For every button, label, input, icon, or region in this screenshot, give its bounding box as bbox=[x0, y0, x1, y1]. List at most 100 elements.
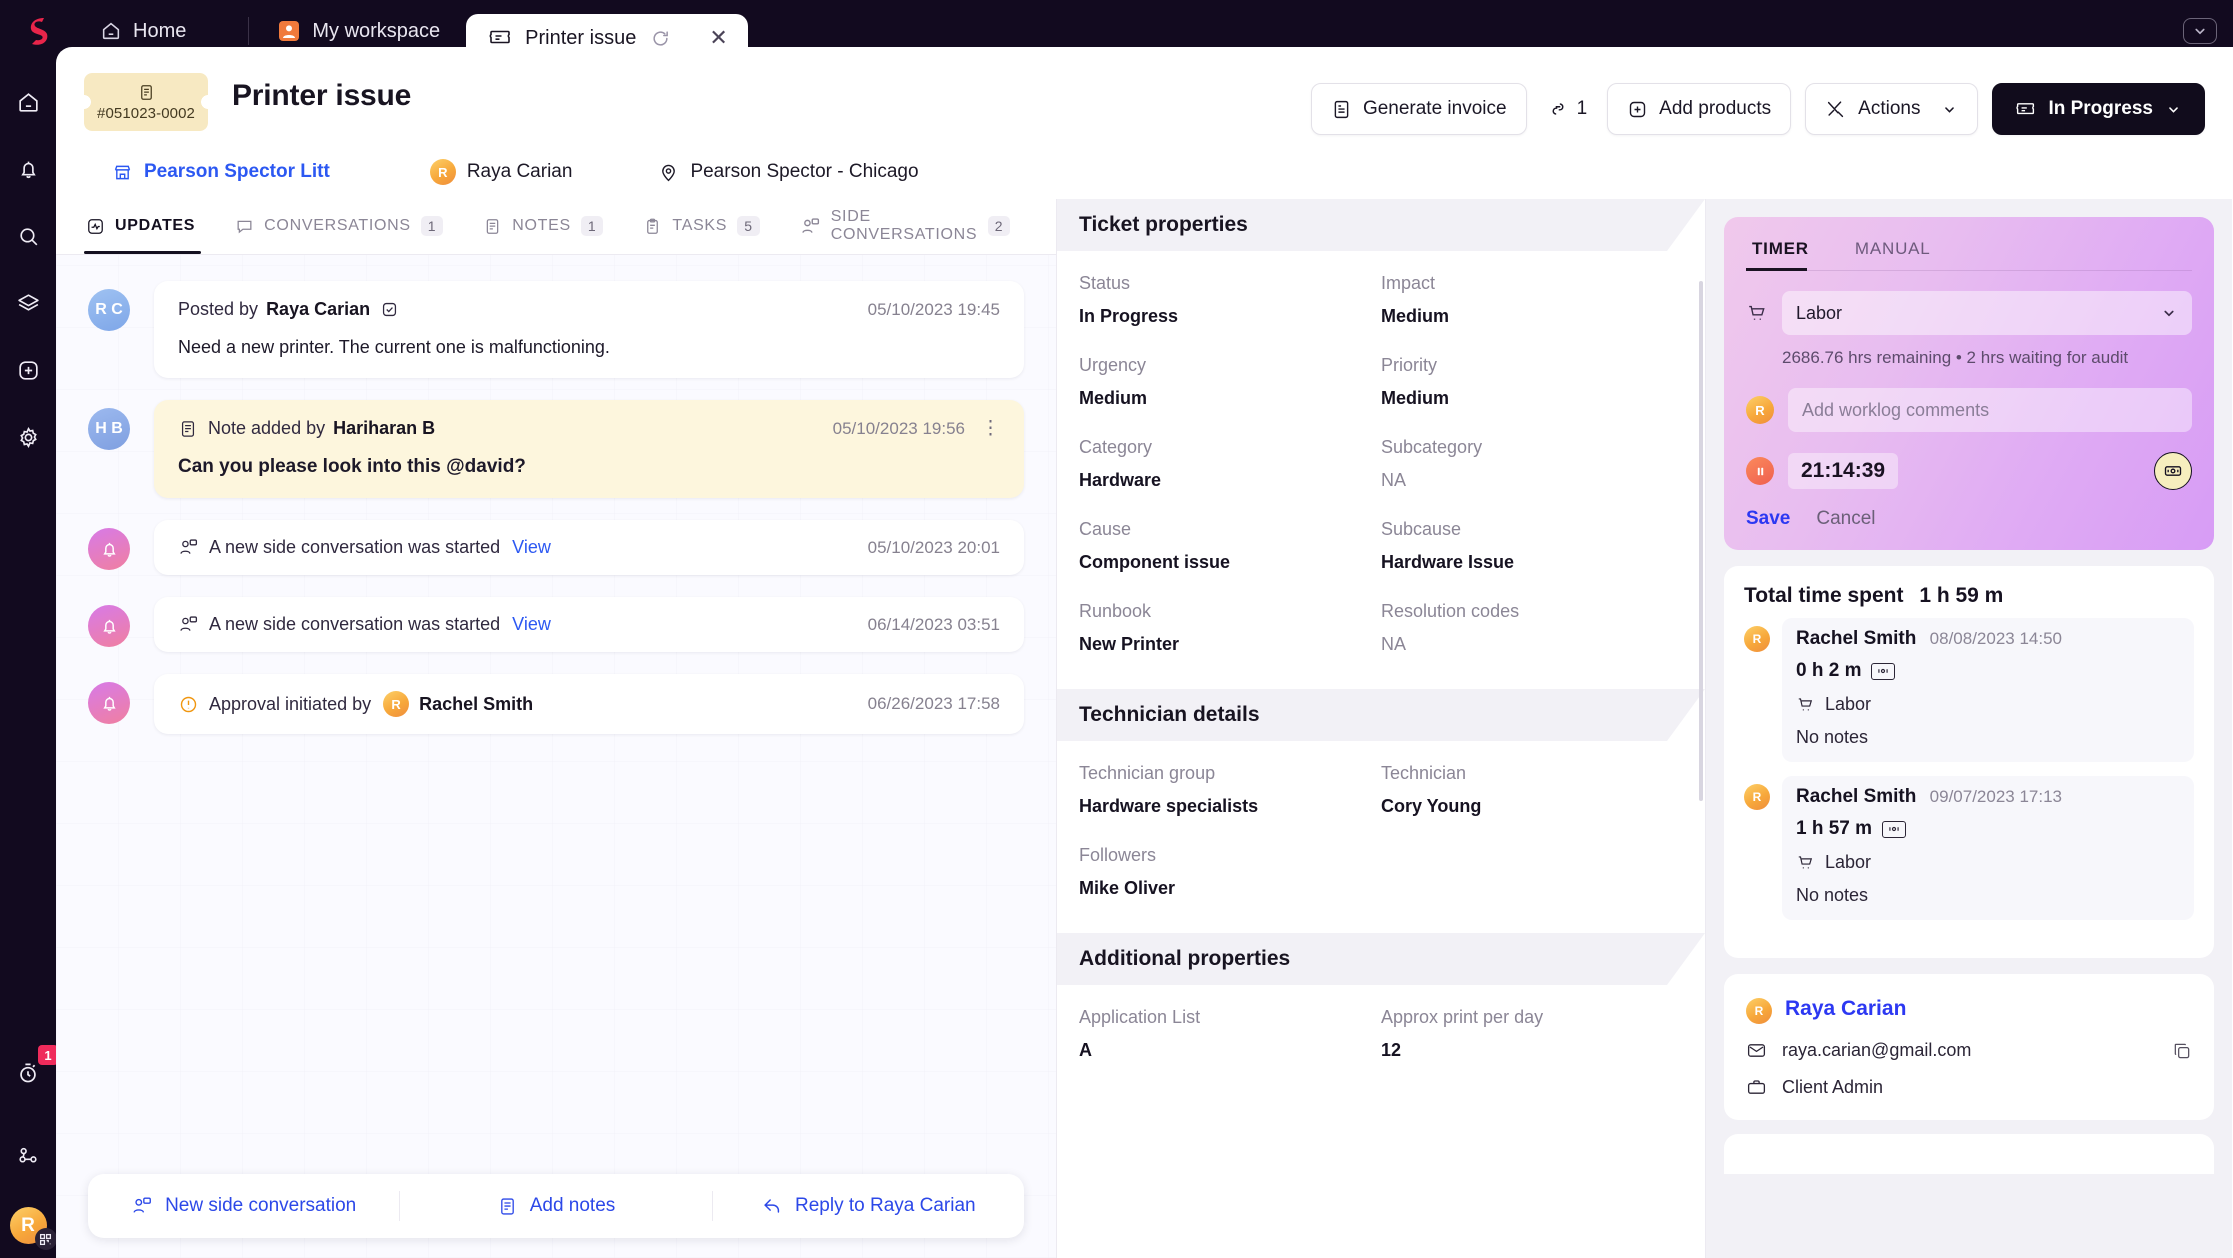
kebab-menu-icon[interactable]: ⋮ bbox=[981, 419, 1000, 438]
billing-icon[interactable] bbox=[2154, 452, 2192, 490]
body-columns: UPDATES CONVERSATIONS 1 NOTES 1 TASKS 5 … bbox=[56, 199, 2233, 1258]
account-link[interactable]: Pearson Spector Litt bbox=[112, 161, 330, 183]
property-value[interactable]: NA bbox=[1381, 470, 1683, 491]
timer-card: TIMER MANUAL Labor 2686.76 hrs remaining… bbox=[1724, 217, 2214, 550]
worklog-notes: No notes bbox=[1796, 885, 1869, 905]
attachments-count[interactable]: 1 bbox=[1540, 83, 1594, 135]
contact-card: R Raya Carian raya.carian@gmail.com Clie… bbox=[1724, 974, 2214, 1120]
view-link[interactable]: View bbox=[512, 537, 551, 558]
property-value[interactable]: In Progress bbox=[1079, 306, 1381, 327]
list-item: R C Posted by Raya Carian 05/10/2023 19:… bbox=[88, 281, 1024, 378]
plus-square-icon bbox=[1627, 99, 1648, 120]
property-key: Cause bbox=[1079, 519, 1132, 539]
property-value[interactable]: A bbox=[1079, 1040, 1381, 1061]
avatar-initials: R C bbox=[95, 301, 123, 318]
worklog-card: Total time spent 1 h 59 m R Rachel Smith… bbox=[1724, 566, 2214, 958]
avatar: H B bbox=[88, 408, 130, 450]
list-item: A new side conversation was started View… bbox=[88, 520, 1024, 575]
chat-icon bbox=[235, 217, 254, 236]
status-button[interactable]: In Progress bbox=[1992, 83, 2205, 135]
updates-feed[interactable]: R C Posted by Raya Carian 05/10/2023 19:… bbox=[56, 255, 1056, 1258]
tab-tasks[interactable]: TASKS 5 bbox=[623, 198, 779, 254]
timer-column: TIMER MANUAL Labor 2686.76 hrs remaining… bbox=[1706, 199, 2232, 1258]
location-item[interactable]: Pearson Spector - Chicago bbox=[658, 161, 919, 183]
generate-invoice-button[interactable]: Generate invoice bbox=[1310, 83, 1527, 135]
timer-quota-meta: 2686.76 hrs remaining • 2 hrs waiting fo… bbox=[1782, 348, 2129, 367]
people-chat-icon bbox=[800, 216, 821, 237]
rail-home-icon[interactable] bbox=[6, 80, 50, 124]
rail-avatar[interactable]: R bbox=[9, 1207, 57, 1250]
worklog-timestamp: 08/08/2023 14:50 bbox=[1929, 629, 2063, 648]
tab-my-workspace-label: My workspace bbox=[312, 19, 441, 42]
add-products-button[interactable]: Add products bbox=[1607, 83, 1792, 135]
contact-email[interactable]: raya.carian@gmail.com bbox=[1782, 1040, 1971, 1061]
property-value[interactable]: 12 bbox=[1381, 1040, 1683, 1061]
note-body: Can you please look into this @david? bbox=[178, 456, 526, 477]
note-icon bbox=[483, 217, 502, 236]
copy-icon[interactable] bbox=[2172, 1041, 2192, 1061]
cancel-button[interactable]: Cancel bbox=[1816, 508, 1875, 530]
people-chat-icon bbox=[178, 614, 199, 635]
tab-side-conversations[interactable]: SIDE CONVERSATIONS 2 bbox=[780, 198, 1030, 254]
worklog-duration: 0 h 2 m bbox=[1796, 660, 1862, 681]
tab-manual[interactable]: MANUAL bbox=[1849, 235, 1947, 270]
property-value[interactable]: Medium bbox=[1381, 306, 1683, 327]
rail-share-nodes-icon[interactable] bbox=[6, 1133, 50, 1177]
add-notes-button[interactable]: Add notes bbox=[400, 1191, 713, 1221]
refresh-icon[interactable] bbox=[651, 29, 670, 48]
tab-timer[interactable]: TIMER bbox=[1746, 235, 1825, 271]
property-urgency: Urgency Medium bbox=[1079, 355, 1381, 409]
chevron-down-box-icon[interactable] bbox=[2183, 18, 2217, 44]
qr-code-icon[interactable] bbox=[34, 1228, 57, 1250]
tab-updates[interactable]: UPDATES bbox=[84, 198, 215, 254]
view-link[interactable]: View bbox=[512, 614, 551, 635]
timer-clock-row: 21:14:39 bbox=[1746, 452, 2192, 490]
worklog-category-select[interactable]: Labor bbox=[1782, 291, 2192, 335]
ticket-number: #051023-0002 bbox=[97, 104, 195, 122]
close-icon[interactable]: ✕ bbox=[709, 27, 727, 49]
property-value[interactable]: Medium bbox=[1079, 388, 1381, 409]
pause-icon[interactable] bbox=[1746, 457, 1774, 485]
save-button[interactable]: Save bbox=[1746, 508, 1790, 530]
ticket-title-wrap: Printer issue bbox=[232, 69, 411, 113]
property-value[interactable]: NA bbox=[1381, 634, 1683, 655]
rail-stopwatch-icon[interactable]: 1 bbox=[6, 1045, 58, 1095]
rail-gear-icon[interactable] bbox=[6, 415, 50, 459]
worklog-entry-header: Rachel Smith 09/07/2023 17:13 bbox=[1796, 786, 2180, 808]
property-value[interactable]: Component issue bbox=[1079, 552, 1381, 573]
property-value[interactable]: Hardware specialists bbox=[1079, 796, 1381, 817]
rail-create-icon[interactable] bbox=[6, 348, 50, 392]
actions-label: Actions bbox=[1858, 98, 1921, 119]
invoice-icon bbox=[1331, 99, 1352, 120]
actions-button[interactable]: Actions bbox=[1805, 83, 1979, 135]
properties-scrollbar[interactable] bbox=[1699, 281, 1703, 801]
tab-notes[interactable]: NOTES 1 bbox=[463, 198, 623, 254]
note-icon bbox=[178, 419, 198, 439]
new-side-conversation-button[interactable]: New side conversation bbox=[88, 1191, 401, 1221]
tab-conversations-label: CONVERSATIONS bbox=[264, 217, 411, 234]
property-value[interactable]: Mike Oliver bbox=[1079, 878, 1381, 899]
avatar-initials: H B bbox=[95, 420, 123, 437]
property-value[interactable]: Hardware bbox=[1079, 470, 1381, 491]
properties-column[interactable]: Ticket properties Status In Progress Imp… bbox=[1057, 199, 1706, 1258]
property-value[interactable]: Hardware Issue bbox=[1381, 552, 1683, 573]
tab-conversations[interactable]: CONVERSATIONS 1 bbox=[215, 198, 463, 254]
reply-button[interactable]: Reply to Raya Carian bbox=[713, 1191, 1024, 1221]
contact-name-row[interactable]: R Raya Carian bbox=[1746, 994, 2192, 1024]
property-value[interactable]: New Printer bbox=[1079, 634, 1381, 655]
property-key: Urgency bbox=[1079, 355, 1147, 375]
worklog-category-value: Labor bbox=[1796, 302, 1843, 323]
tab-side-conversations-label: SIDE CONVERSATIONS bbox=[830, 208, 978, 243]
property-key: Category bbox=[1079, 437, 1153, 457]
post-prefix: Posted by bbox=[178, 299, 259, 319]
worklog-total: 1 h 59 m bbox=[1919, 584, 2004, 607]
worklog-comment-input[interactable]: Add worklog comments bbox=[1788, 388, 2192, 432]
rail-search-icon[interactable] bbox=[6, 214, 50, 258]
ticket-icon bbox=[2015, 99, 2036, 120]
property-value[interactable]: Medium bbox=[1381, 388, 1683, 409]
requester-item[interactable]: R Raya Carian bbox=[429, 159, 572, 185]
rail-layers-icon[interactable] bbox=[6, 281, 50, 325]
rail-bell-icon[interactable] bbox=[6, 147, 50, 191]
property-value[interactable]: Cory Young bbox=[1381, 796, 1683, 817]
worklog-tag-row: Labor bbox=[1796, 852, 2180, 873]
